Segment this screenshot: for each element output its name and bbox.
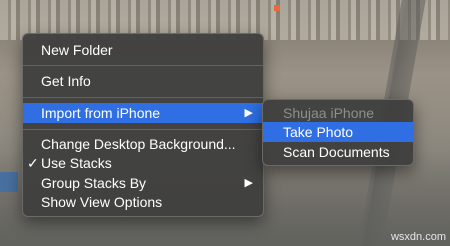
menu-separator: [23, 129, 263, 130]
menu-item-label: Group Stacks By: [41, 175, 147, 191]
submenu-item-label: Scan Documents: [283, 144, 390, 160]
menu-separator: [23, 97, 263, 98]
submenu-item-label: Take Photo: [283, 124, 354, 140]
submenu-device-header: Shujaa iPhone: [263, 103, 413, 123]
menu-item-group-stacks-by[interactable]: Group Stacks By ▶: [23, 173, 263, 193]
chevron-right-icon: ▶: [244, 107, 253, 119]
menu-item-get-info[interactable]: Get Info: [23, 71, 263, 91]
menu-item-label: Show View Options: [41, 194, 163, 210]
menu-separator: [23, 65, 263, 66]
menu-item-label: Use Stacks: [41, 155, 112, 171]
chevron-right-icon: ▶: [244, 177, 253, 189]
checkmark-icon: ✓: [27, 155, 39, 171]
menu-item-label: New Folder: [41, 42, 113, 58]
menu-item-label: Get Info: [41, 73, 91, 89]
menu-item-change-desktop-background[interactable]: Change Desktop Background...: [23, 134, 263, 154]
menu-item-new-folder[interactable]: New Folder: [23, 40, 263, 60]
submenu-item-scan-documents[interactable]: Scan Documents: [263, 142, 413, 162]
menu-item-show-view-options[interactable]: Show View Options: [23, 192, 263, 212]
submenu-item-take-photo[interactable]: Take Photo: [263, 122, 413, 142]
desktop-context-menu: New Folder Get Info Import from iPhone ▶…: [22, 33, 264, 217]
watermark-text: wsxdn.com: [390, 231, 446, 243]
submenu-device-name: Shujaa iPhone: [283, 105, 375, 121]
desktop-wallpaper-marker: [274, 5, 280, 11]
menu-item-label: Import from iPhone: [41, 105, 161, 121]
import-from-iphone-submenu: Shujaa iPhone Take Photo Scan Documents: [262, 99, 414, 166]
menu-item-import-from-iphone[interactable]: Import from iPhone ▶: [23, 103, 263, 123]
desktop-wallpaper-sign: [0, 172, 18, 192]
menu-item-label: Change Desktop Background...: [41, 136, 236, 152]
menu-item-use-stacks[interactable]: ✓ Use Stacks: [23, 153, 263, 173]
